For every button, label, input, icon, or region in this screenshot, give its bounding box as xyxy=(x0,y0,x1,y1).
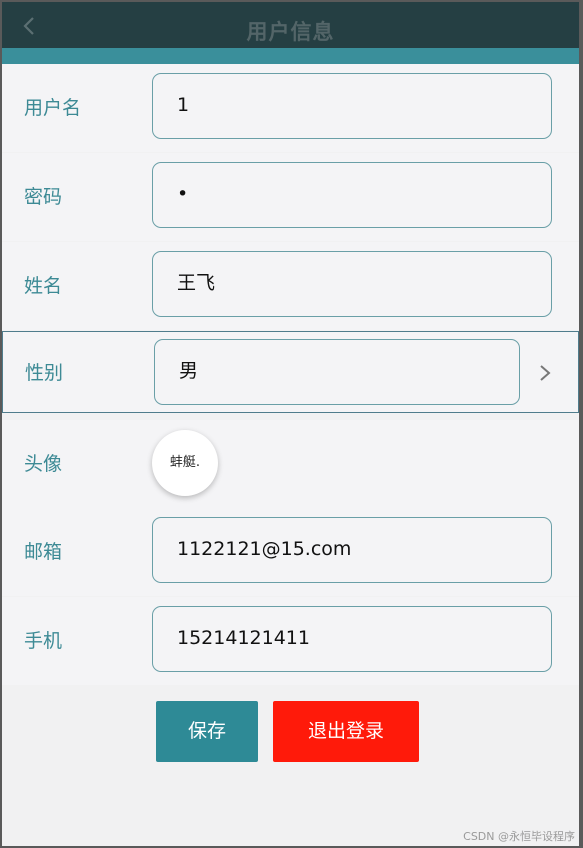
email-row: 邮箱 1122121@15.com xyxy=(2,508,579,596)
gender-select[interactable]: 男 xyxy=(154,339,520,405)
page-title: 用户信息 xyxy=(246,20,335,44)
username-label: 用户名 xyxy=(24,97,82,119)
username-input[interactable]: 1 xyxy=(152,73,552,139)
username-row: 用户名 1 xyxy=(2,64,579,152)
name-input[interactable]: 王飞 xyxy=(152,251,552,317)
avatar-row: 头像 蚌艇. xyxy=(2,420,579,508)
top-bar: 用户信息 xyxy=(2,2,579,48)
avatar-image-text: 蚌艇. xyxy=(169,455,201,470)
email-input[interactable]: 1122121@15.com xyxy=(152,517,552,583)
name-row: 姓名 王飞 xyxy=(2,242,579,330)
save-button[interactable]: 保存 xyxy=(156,701,258,762)
name-label: 姓名 xyxy=(24,275,63,297)
password-input[interactable]: • xyxy=(152,162,552,228)
watermark: CSDN @永恒毕设程序 xyxy=(463,830,575,843)
password-label: 密码 xyxy=(24,186,63,208)
gender-label: 性别 xyxy=(25,362,64,384)
phone-label: 手机 xyxy=(24,630,63,652)
password-row: 密码 • xyxy=(2,153,579,241)
avatar[interactable]: 蚌艇. xyxy=(152,430,218,496)
user-info-screen: 用户信息 用户名 1 密码 • 姓名 王飞 性别 男 头像 蚌艇. 邮箱 112… xyxy=(2,2,579,846)
avatar-label: 头像 xyxy=(24,453,63,475)
gender-row[interactable]: 性别 男 xyxy=(2,331,579,413)
email-label: 邮箱 xyxy=(24,541,63,563)
logout-button[interactable]: 退出登录 xyxy=(273,701,419,762)
phone-input[interactable]: 15214121411 xyxy=(152,606,552,672)
chevron-right-icon[interactable] xyxy=(537,362,553,384)
phone-row: 手机 15214121411 xyxy=(2,597,579,685)
